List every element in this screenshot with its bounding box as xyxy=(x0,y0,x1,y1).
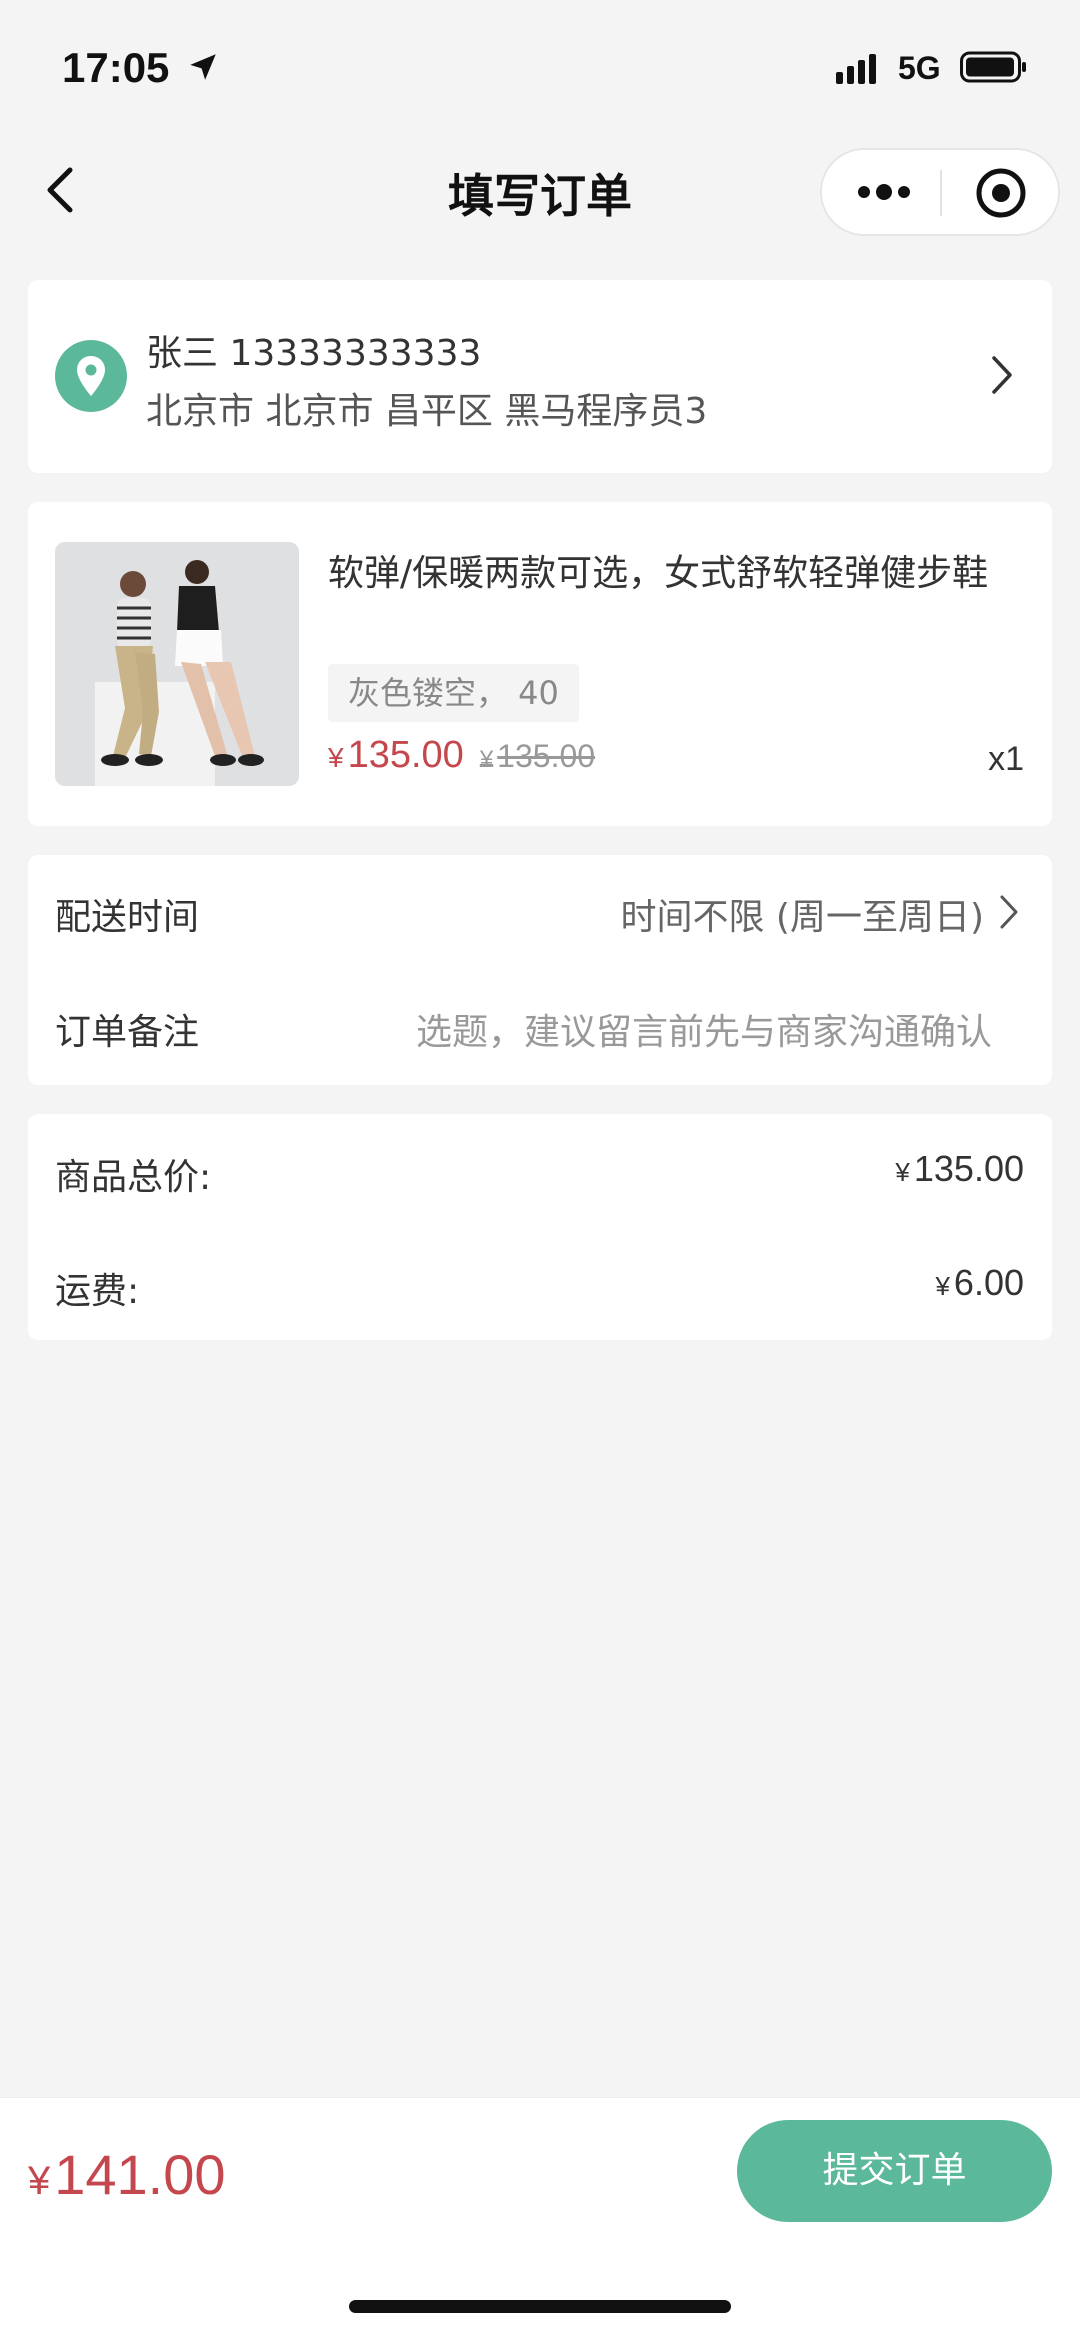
target-circle-icon[interactable] xyxy=(974,166,1028,220)
submit-order-button[interactable]: 提交订单 xyxy=(737,2120,1052,2222)
order-total: ¥141.00 xyxy=(28,2142,226,2207)
order-remark-label: 订单备注 xyxy=(55,1012,200,1053)
currency-symbol: ¥ xyxy=(935,1271,950,1301)
signal-icon xyxy=(836,54,876,84)
nav-bar: 填写订单 xyxy=(0,132,1080,254)
order-total-amount: 141.00 xyxy=(54,2143,226,2206)
location-arrow-icon xyxy=(190,54,216,80)
currency-symbol: ¥ xyxy=(479,746,494,773)
status-time: 17:05 xyxy=(62,44,170,91)
goods-original-price-value: 135.00 xyxy=(497,738,596,774)
delivery-time-label: 配送时间 xyxy=(55,897,200,938)
goods-price-value: 135.00 xyxy=(347,734,464,776)
battery-icon xyxy=(960,51,1026,83)
delivery-time-value[interactable]: 时间不限 (周一至周日) xyxy=(620,888,984,940)
currency-symbol: ¥ xyxy=(328,742,344,773)
network-type: 5G xyxy=(898,50,941,86)
receiver-address: 北京市 北京市 昌平区 黑马程序员3 xyxy=(146,391,708,432)
goods-image[interactable] xyxy=(55,542,299,786)
chevron-right-icon xyxy=(992,356,1012,394)
mini-program-capsule xyxy=(820,148,1060,236)
goods-original-price: ¥135.00 xyxy=(480,738,595,774)
goods-total-value: ¥135.00 xyxy=(895,1148,1024,1190)
goods-total-label: 商品总价: xyxy=(55,1157,212,1198)
goods-card: 软弹/保暖两款可选，女式舒软轻弹健步鞋 灰色镂空， 40 ¥135.00 ¥135… xyxy=(28,502,1052,826)
address-card[interactable]: 张三 13333333333 北京市 北京市 昌平区 黑马程序员3 xyxy=(28,280,1052,473)
goods-price: ¥135.00 xyxy=(328,734,464,776)
currency-symbol: ¥ xyxy=(28,2159,51,2203)
order-options-card: 配送时间 时间不限 (周一至周日) 订单备注 选题，建议留言前先与商家沟通确认 xyxy=(28,855,1052,1085)
order-remark-input[interactable]: 选题，建议留言前先与商家沟通确认 xyxy=(416,1003,992,1055)
sku-tag: 灰色镂空， 40 xyxy=(328,664,579,722)
status-bar: 17:05 5G xyxy=(0,0,1080,132)
more-dots-icon[interactable] xyxy=(856,178,912,206)
price-summary-card: 商品总价: ¥135.00 运费: ¥6.00 xyxy=(28,1114,1052,1340)
chevron-right-icon[interactable] xyxy=(998,893,1020,931)
goods-quantity: x1 xyxy=(988,740,1024,778)
receiver-name-phone: 张三 13333333333 xyxy=(146,333,482,374)
goods-total-amount: 135.00 xyxy=(913,1148,1024,1189)
location-pin-icon xyxy=(55,340,127,412)
shipping-fee-amount: 6.00 xyxy=(953,1262,1024,1303)
home-indicator[interactable] xyxy=(349,2300,731,2313)
currency-symbol: ¥ xyxy=(895,1157,910,1187)
goods-title: 软弹/保暖两款可选，女式舒软轻弹健步鞋 xyxy=(328,553,989,594)
capsule-divider xyxy=(940,170,942,216)
price-row: ¥135.00 ¥135.00 xyxy=(328,734,595,777)
shipping-fee-label: 运费: xyxy=(55,1271,140,1312)
shipping-fee-value: ¥6.00 xyxy=(935,1262,1024,1304)
